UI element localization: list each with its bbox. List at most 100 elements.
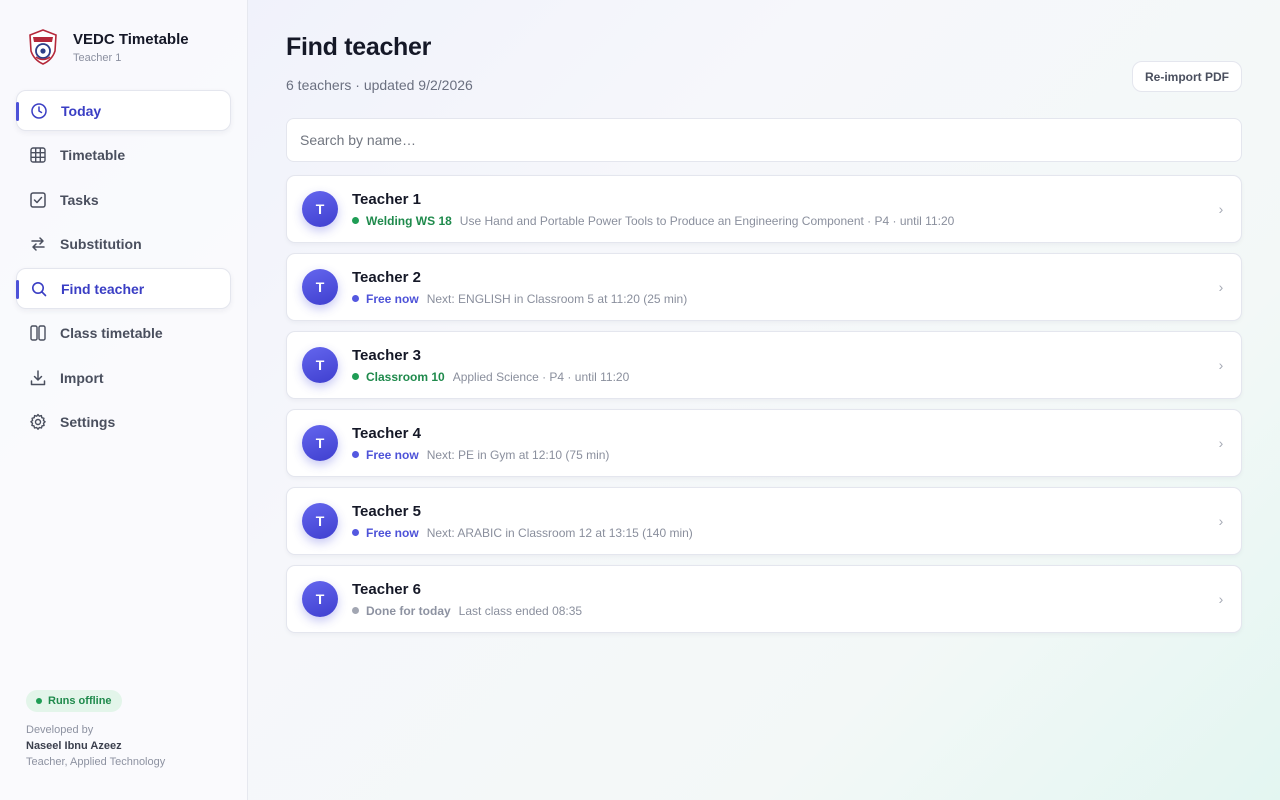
status-dot-icon <box>352 295 359 302</box>
teacher-card[interactable]: T Teacher 3 Classroom 10 Applied Science… <box>286 331 1242 399</box>
teacher-info: Teacher 5 Free now Next: ARABIC in Class… <box>352 503 1215 540</box>
teacher-info: Teacher 3 Classroom 10 Applied Science ·… <box>352 347 1215 384</box>
teacher-name: Teacher 5 <box>352 502 421 520</box>
status-dot-icon <box>352 451 359 458</box>
gear-icon <box>29 413 47 431</box>
avatar: T <box>302 347 338 383</box>
chevron-right-icon: › <box>1218 279 1224 295</box>
avatar-initial: T <box>315 279 325 295</box>
page-title: Find teacher <box>286 33 432 61</box>
app-title: VEDC Timetable <box>73 30 189 48</box>
brand: VEDC Timetable Teacher 1 <box>16 28 231 66</box>
sidebar-item-tasks[interactable]: Tasks <box>16 179 231 220</box>
clock-icon <box>30 102 48 120</box>
chevron-right-icon: › <box>1218 201 1224 217</box>
teacher-name: Teacher 4 <box>352 424 421 442</box>
reimport-pdf-button[interactable]: Re-import PDF <box>1132 61 1242 92</box>
teacher-card[interactable]: T Teacher 2 Free now Next: ENGLISH in Cl… <box>286 253 1242 321</box>
teacher-name: Teacher 2 <box>352 268 421 286</box>
status-dot-icon <box>352 607 359 614</box>
teacher-status: Free now Next: PE in Gym at 12:10 (75 mi… <box>352 448 1215 462</box>
status-dot-icon <box>352 529 359 536</box>
teacher-card[interactable]: T Teacher 1 Welding WS 18 Use Hand and P… <box>286 175 1242 243</box>
sidebar-item-label: Class timetable <box>60 325 163 341</box>
teacher-info: Teacher 6 Done for today Last class ende… <box>352 581 1215 618</box>
sidebar-nav: Today Timetable Tasks Substitution Find … <box>16 90 231 443</box>
teacher-status: Classroom 10 Applied Science · P4 · unti… <box>352 370 1215 384</box>
search-input[interactable] <box>286 118 1242 162</box>
grid-icon <box>29 146 47 164</box>
offline-badge-label: Runs offline <box>48 695 112 707</box>
avatar: T <box>302 503 338 539</box>
avatar-initial: T <box>315 357 325 373</box>
developer-role: Teacher, Applied Technology <box>26 756 166 768</box>
teacher-status: Done for today Last class ended 08:35 <box>352 604 1215 618</box>
chevron-right-icon: › <box>1218 591 1224 607</box>
teacher-info: Teacher 4 Free now Next: PE in Gym at 12… <box>352 425 1215 462</box>
avatar-initial: T <box>315 513 325 529</box>
sidebar-item-find-teacher[interactable]: Find teacher <box>16 268 231 309</box>
teacher-name: Teacher 1 <box>352 190 421 208</box>
teacher-card[interactable]: T Teacher 6 Done for today Last class en… <box>286 565 1242 633</box>
status-detail: Next: ARABIC in Classroom 12 at 13:15 (1… <box>426 525 693 540</box>
developer-name: Naseel Ibnu Azeez <box>26 740 122 752</box>
search-icon <box>30 280 48 298</box>
sidebar-item-today[interactable]: Today <box>16 90 231 131</box>
status-detail: Next: PE in Gym at 12:10 (75 min) <box>426 447 610 462</box>
status-dot-icon <box>352 373 359 380</box>
main-content: Find teacher 6 teachers · updated 9/2/20… <box>248 0 1280 800</box>
chevron-right-icon: › <box>1218 435 1224 451</box>
sidebar-item-label: Find teacher <box>61 280 145 297</box>
sidebar-item-label: Today <box>61 102 102 119</box>
status-dot-icon <box>36 698 42 704</box>
offline-badge: Runs offline <box>26 690 122 712</box>
status-detail: Use Hand and Portable Power Tools to Pro… <box>459 213 955 228</box>
sidebar-item-label: Import <box>60 369 104 386</box>
sidebar-item-import[interactable]: Import <box>16 357 231 398</box>
status-label: Done for today <box>366 603 451 618</box>
page-subtitle: 6 teachers · updated 9/2/2026 <box>286 77 473 93</box>
status-dot-icon <box>352 217 359 224</box>
sidebar-item-timetable[interactable]: Timetable <box>16 135 231 176</box>
status-label: Welding WS 18 <box>366 213 452 228</box>
status-detail: Applied Science · P4 · until 11:20 <box>452 369 630 384</box>
chevron-right-icon: › <box>1218 357 1224 373</box>
sidebar-item-substitution[interactable]: Substitution <box>16 224 231 265</box>
teacher-card[interactable]: T Teacher 4 Free now Next: PE in Gym at … <box>286 409 1242 477</box>
status-detail: Last class ended 08:35 <box>458 603 583 618</box>
teacher-info: Teacher 1 Welding WS 18 Use Hand and Por… <box>352 191 1215 228</box>
columns-icon <box>29 324 47 342</box>
checkbox-icon <box>29 191 47 209</box>
sidebar-footer: Runs offline Developed by Naseel Ibnu Az… <box>26 690 165 768</box>
teacher-card[interactable]: T Teacher 5 Free now Next: ARABIC in Cla… <box>286 487 1242 555</box>
avatar: T <box>302 425 338 461</box>
sidebar-item-label: Settings <box>60 414 116 430</box>
avatar: T <box>302 269 338 305</box>
teacher-status: Free now Next: ENGLISH in Classroom 5 at… <box>352 292 1215 306</box>
avatar-initial: T <box>315 591 325 607</box>
status-label: Free now <box>366 291 419 306</box>
sidebar-item-label: Tasks <box>60 191 99 208</box>
teacher-name: Teacher 3 <box>352 346 421 364</box>
teacher-status: Welding WS 18 Use Hand and Portable Powe… <box>352 214 1215 228</box>
chevron-right-icon: › <box>1218 513 1224 529</box>
swap-icon <box>29 235 47 253</box>
vedc-logo-icon <box>29 29 57 65</box>
status-label: Free now <box>366 525 419 540</box>
teacher-list: T Teacher 1 Welding WS 18 Use Hand and P… <box>286 175 1242 633</box>
app-root: VEDC Timetable Teacher 1 Today Timetable <box>0 0 1280 800</box>
avatar-initial: T <box>315 201 325 217</box>
avatar: T <box>302 581 338 617</box>
teacher-info: Teacher 2 Free now Next: ENGLISH in Clas… <box>352 269 1215 306</box>
app-subtitle: Teacher 1 <box>73 51 122 64</box>
sidebar: VEDC Timetable Teacher 1 Today Timetable <box>0 0 248 800</box>
avatar: T <box>302 191 338 227</box>
sidebar-item-settings[interactable]: Settings <box>16 402 231 443</box>
status-label: Classroom 10 <box>366 369 445 384</box>
avatar-initial: T <box>315 435 325 451</box>
teacher-name: Teacher 6 <box>352 580 421 598</box>
sidebar-item-label: Timetable <box>60 147 126 163</box>
status-label: Free now <box>366 447 419 462</box>
teacher-status: Free now Next: ARABIC in Classroom 12 at… <box>352 526 1215 540</box>
sidebar-item-class-timetable[interactable]: Class timetable <box>16 313 231 354</box>
